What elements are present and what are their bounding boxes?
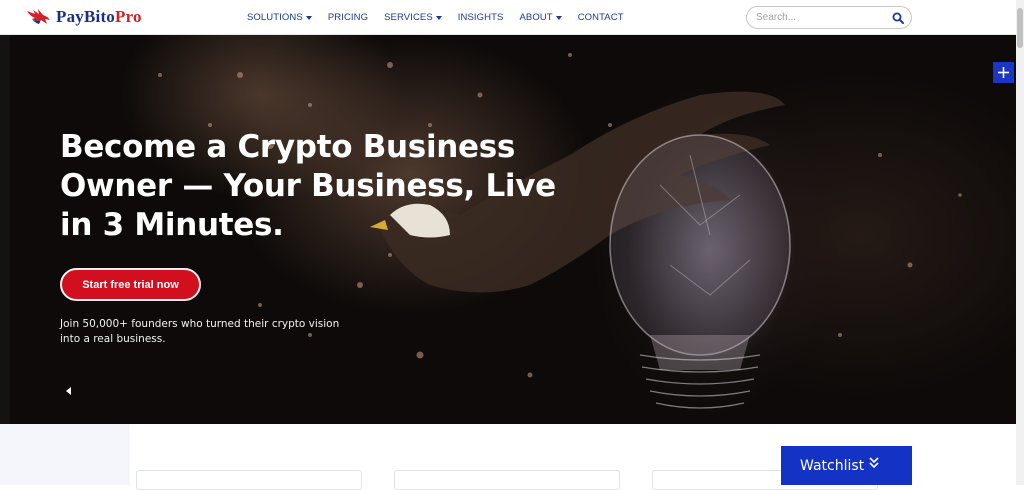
plus-icon (998, 67, 1009, 78)
site-header: PayBitoPro SOLUTIONS PRICING SERVICES IN… (0, 0, 1016, 35)
nav-services[interactable]: SERVICES (384, 12, 442, 23)
nav-insights[interactable]: INSIGHTS (458, 12, 504, 23)
hero-title: Become a Crypto Business Owner — Your Bu… (60, 129, 556, 243)
plus-button[interactable] (993, 62, 1014, 83)
nav-label: SOLUTIONS (247, 12, 303, 23)
section-sidebar-bg (0, 424, 130, 485)
nav-label: CONTACT (577, 12, 624, 23)
scrollbar-thumb[interactable] (1017, 8, 1023, 48)
hero-subtitle: Join 50,000+ founders who turned their c… (60, 318, 340, 345)
nav-contact[interactable]: CONTACT (578, 12, 624, 23)
hero-edge (0, 35, 10, 424)
main-nav: SOLUTIONS PRICING SERVICES INSIGHTS ABOU… (247, 0, 640, 35)
page-scrollbar[interactable] (1016, 0, 1024, 485)
brand-name-part2: Pro (115, 7, 142, 26)
nav-label: SERVICES (384, 12, 433, 23)
nav-pricing[interactable]: PRICING (328, 12, 368, 23)
brand-name-part1: PayBito (56, 7, 116, 26)
nav-label: PRICING (327, 12, 369, 23)
nav-label: INSIGHTS (457, 12, 504, 23)
search-input[interactable] (756, 12, 886, 23)
caret-down-icon (435, 15, 442, 20)
brand-logo[interactable]: PayBitoPro (26, 6, 142, 28)
search-icon[interactable] (892, 12, 904, 24)
start-free-trial-button[interactable]: Start free trial now (60, 268, 201, 301)
watchlist-toggle[interactable]: Watchlist (781, 446, 912, 485)
nav-solutions[interactable]: SOLUTIONS (247, 12, 312, 23)
hero-banner: Become a Crypto Business Owner — Your Bu… (10, 35, 1016, 424)
brand-name: PayBitoPro (56, 7, 142, 27)
double-chevron-down-icon (869, 457, 879, 469)
nav-label: ABOUT (519, 12, 553, 23)
watchlist-label: Watchlist (800, 457, 865, 474)
nav-about[interactable]: ABOUT (519, 12, 562, 23)
feature-card[interactable] (136, 470, 362, 490)
eagle-logo-icon (27, 9, 50, 24)
search-box (746, 6, 912, 29)
feature-card[interactable] (394, 470, 620, 490)
chevron-left-icon[interactable] (66, 387, 71, 395)
caret-down-icon (555, 15, 562, 20)
caret-down-icon (305, 15, 312, 20)
